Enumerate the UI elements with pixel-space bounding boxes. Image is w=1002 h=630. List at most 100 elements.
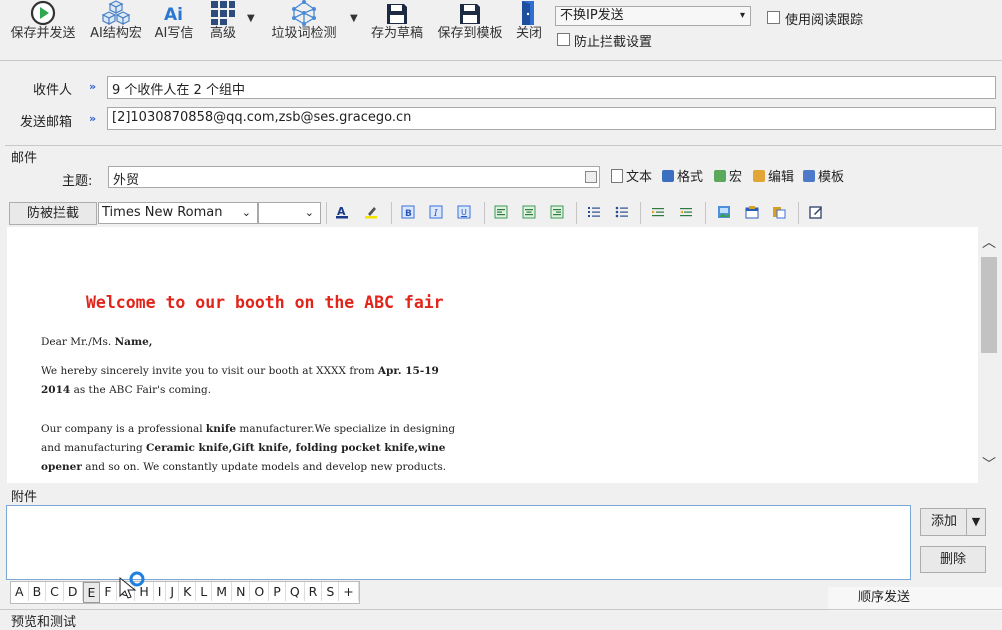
highlight-icon[interactable] xyxy=(364,205,378,219)
macro-button[interactable]: 宏 xyxy=(714,166,742,185)
italic-icon[interactable]: I xyxy=(429,205,443,219)
letter-tab[interactable]: F xyxy=(100,582,117,601)
letter-tab[interactable]: D xyxy=(64,582,83,601)
advanced-dropdown-icon[interactable]: ▼ xyxy=(247,13,255,24)
cubes-icon xyxy=(102,0,130,25)
spam-check-dropdown-icon[interactable]: ▼ xyxy=(350,13,358,24)
email-body-editor[interactable]: Welcome to our booth on the ABC fair Dea… xyxy=(7,227,978,483)
chevron-down-icon: ⌄ xyxy=(304,206,314,219)
read-tracking-checkbox[interactable] xyxy=(767,11,780,24)
outdent-icon[interactable] xyxy=(651,205,665,219)
advanced-label: 高级 xyxy=(209,26,236,41)
sender-field[interactable]: [2]1030870858@qq.com,zsb@ses.gracego.cn xyxy=(107,107,996,130)
divider xyxy=(640,202,641,224)
bullet-list-icon[interactable] xyxy=(615,205,629,219)
editor-scrollbar[interactable]: ︿ ﹀ xyxy=(978,227,1000,483)
chevron-down-icon: ⌄ xyxy=(241,206,251,219)
bold-icon[interactable]: B xyxy=(401,205,415,219)
letter-tab[interactable]: S xyxy=(322,582,340,601)
font-family-select[interactable]: Times New Roman ⌄ xyxy=(98,202,258,224)
letter-tab[interactable]: J xyxy=(166,582,180,601)
format-mode-button[interactable]: 格式 xyxy=(662,166,703,185)
divider xyxy=(798,202,799,224)
letter-tab[interactable]: O xyxy=(250,582,270,601)
template-label: 模板 xyxy=(818,170,845,185)
chevron-down-icon: ▾ xyxy=(739,10,745,21)
save-and-send-button[interactable]: 保存并发送 xyxy=(6,0,80,48)
text-mode-button[interactable]: 文本 xyxy=(611,166,652,185)
expand-sender-icon[interactable]: » xyxy=(89,112,96,125)
ai-write-button[interactable]: Ai AI写信 xyxy=(150,0,198,48)
letter-tab[interactable]: M xyxy=(212,582,233,601)
insert-table-icon[interactable] xyxy=(745,205,759,219)
divider xyxy=(0,60,1002,61)
letter-tab[interactable]: C xyxy=(46,582,64,601)
font-size-select[interactable]: ⌄ xyxy=(258,202,321,224)
close-button[interactable]: 关闭 xyxy=(512,0,546,48)
letter-tab[interactable]: K xyxy=(179,582,197,601)
ai-structure-button[interactable]: AI结构宏 xyxy=(86,0,146,48)
insert-image-icon[interactable] xyxy=(717,205,731,219)
subject-picker-icon[interactable] xyxy=(585,171,597,183)
recipients-field[interactable]: 9 个收件人在 2 个组中 xyxy=(107,76,996,99)
save-draft-label: 存为草稿 xyxy=(370,26,423,41)
macro-icon xyxy=(714,169,726,182)
indent-icon[interactable] xyxy=(679,205,693,219)
save-draft-button[interactable]: 存为草稿 xyxy=(366,0,428,48)
divider xyxy=(391,202,392,224)
save-to-template-label: 保存到模板 xyxy=(437,26,503,41)
align-left-icon[interactable] xyxy=(494,205,508,219)
underline-icon[interactable]: U xyxy=(457,205,471,219)
mail-section-label: 邮件 xyxy=(11,151,38,166)
spam-check-button[interactable]: 垃圾词检测 xyxy=(266,0,342,48)
sequential-send-option[interactable]: 顺序发送 xyxy=(828,587,1002,611)
save-and-send-label: 保存并发送 xyxy=(10,26,76,41)
font-color-icon[interactable]: A xyxy=(335,205,349,219)
align-right-icon[interactable] xyxy=(550,205,564,219)
door-icon xyxy=(522,1,534,25)
add-attachment-button[interactable]: 添加 ▼ xyxy=(920,508,986,536)
recipients-label: 收件人 xyxy=(33,83,73,98)
email-line: 2014 as the ABC Fair's coming. xyxy=(41,384,212,396)
delete-attachment-button[interactable]: 删除 xyxy=(920,546,986,573)
scroll-thumb[interactable] xyxy=(981,257,997,353)
template-button[interactable]: 模板 xyxy=(803,166,844,185)
edit-source-icon[interactable] xyxy=(809,205,823,219)
ai-write-label: AI写信 xyxy=(154,26,194,41)
pencil-icon xyxy=(753,169,765,182)
numbered-list-icon[interactable] xyxy=(587,205,601,219)
read-tracking-label: 使用阅读跟踪 xyxy=(785,13,864,28)
letter-tab[interactable]: L xyxy=(196,582,213,601)
subject-label: 主题: xyxy=(62,174,93,189)
email-line: Dear Mr./Ms. Name, xyxy=(41,336,153,348)
letter-tab[interactable]: A xyxy=(11,582,29,601)
letter-tab[interactable]: R xyxy=(305,582,323,601)
svg-text:Ai: Ai xyxy=(164,5,183,25)
expand-recipients-icon[interactable]: » xyxy=(89,80,96,93)
format-icon xyxy=(662,169,674,182)
paste-icon[interactable] xyxy=(772,205,786,219)
macro-label: 宏 xyxy=(729,170,743,185)
anti-block-checkbox[interactable] xyxy=(557,33,570,46)
floppy-disk-icon xyxy=(460,4,480,24)
edit-button[interactable]: 编辑 xyxy=(753,166,794,185)
scroll-down-icon[interactable]: ﹀ xyxy=(981,457,997,473)
anti-block-button[interactable]: 防被拦截 xyxy=(9,202,97,225)
chevron-down-icon[interactable]: ▼ xyxy=(966,509,985,535)
subject-field[interactable]: 外贸 xyxy=(108,166,600,188)
letter-tab[interactable]: Q xyxy=(286,582,305,601)
advanced-button[interactable]: 高级 xyxy=(204,0,242,48)
letter-tab[interactable]: E xyxy=(82,582,101,603)
attachments-list[interactable] xyxy=(6,505,911,580)
letter-tab[interactable]: N xyxy=(232,582,251,601)
save-to-template-button[interactable]: 保存到模板 xyxy=(432,0,508,48)
align-center-icon[interactable] xyxy=(522,205,536,219)
ip-mode-select[interactable]: 不换IP发送 ▾ xyxy=(555,6,751,26)
network-icon xyxy=(292,0,316,26)
scroll-up-icon[interactable]: ︿ xyxy=(981,235,997,251)
letter-tab[interactable]: P xyxy=(269,582,286,601)
ip-mode-value: 不换IP发送 xyxy=(560,8,624,23)
letter-tab[interactable]: B xyxy=(29,582,47,601)
letter-tab[interactable]: + xyxy=(339,582,359,601)
letter-tab[interactable]: I xyxy=(154,582,167,601)
